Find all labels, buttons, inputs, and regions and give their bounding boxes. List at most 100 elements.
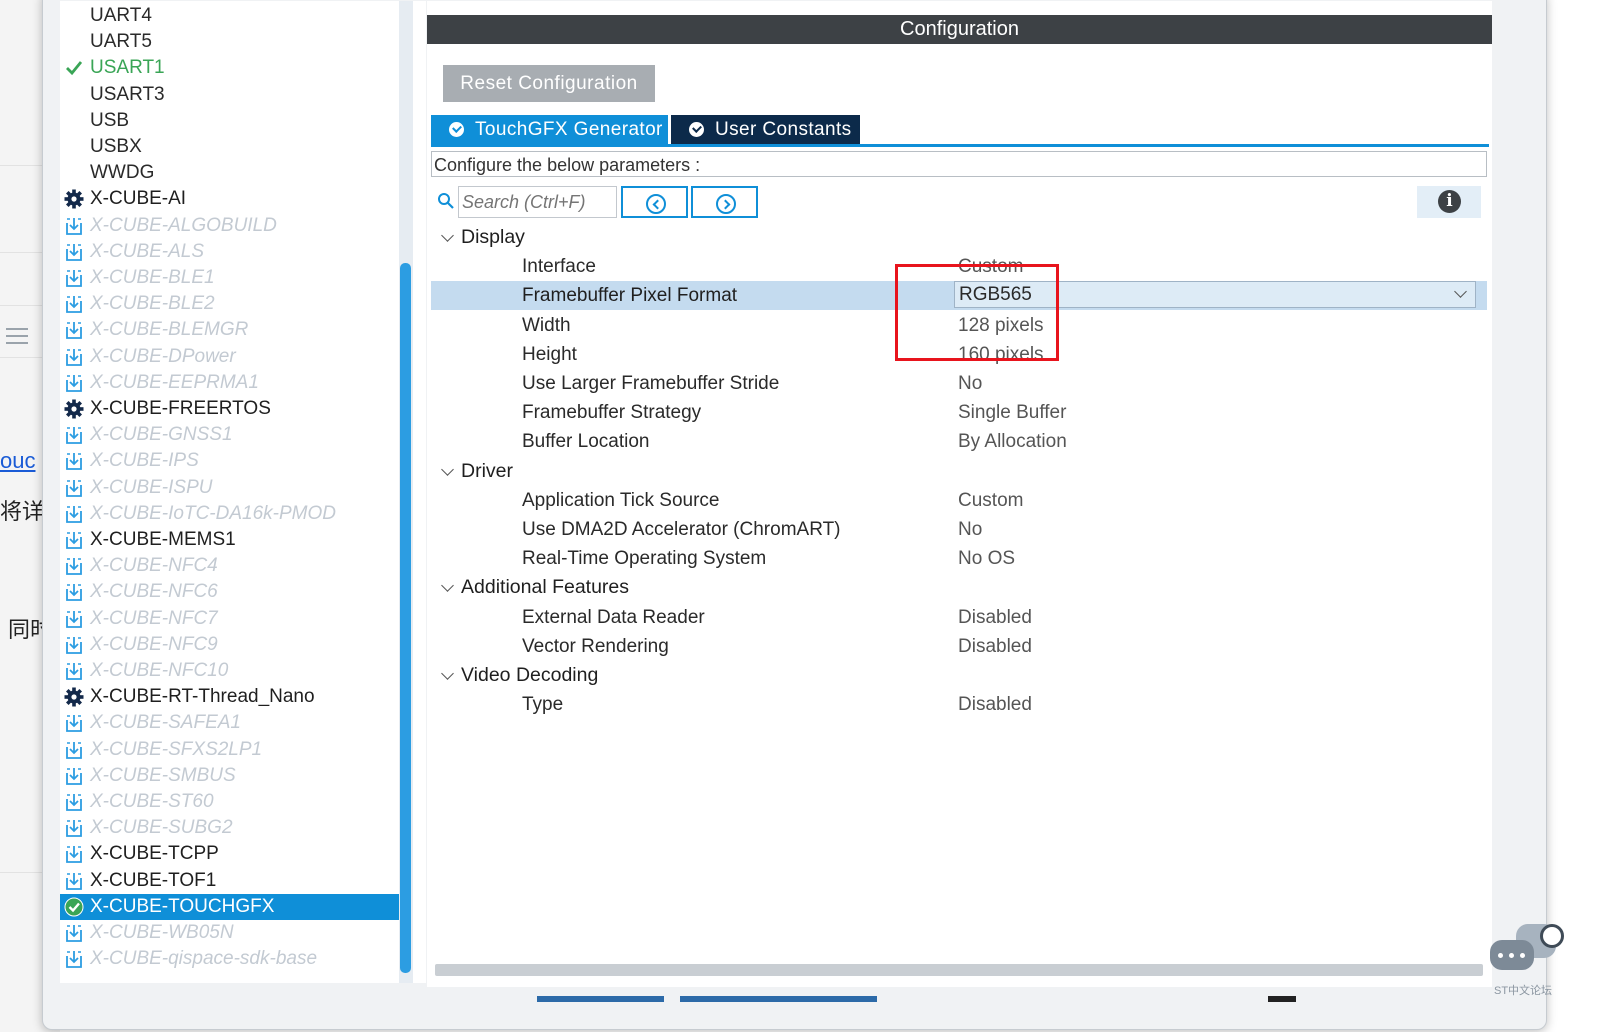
parameter-row[interactable]: Buffer Location By Allocation bbox=[431, 427, 1487, 456]
tree-item[interactable]: X-CUBE-IoTC-DA16k-PMOD bbox=[60, 501, 400, 527]
reset-configuration-button[interactable]: Reset Configuration bbox=[443, 65, 655, 102]
tree-item-label: X-CUBE-ST60 bbox=[90, 791, 214, 812]
tree-item[interactable]: UART5 bbox=[60, 29, 400, 55]
tree-item[interactable]: X-CUBE-FREERTOS bbox=[60, 396, 400, 422]
tree-item[interactable]: X-CUBE-AI bbox=[60, 186, 400, 212]
download-icon bbox=[66, 374, 82, 392]
tree-item-label: X-CUBE-RT-Thread_Nano bbox=[90, 686, 315, 708]
app-window: UART4 UART5 USART1 USART3 USB USBX WWDG X-CUBE-… bbox=[42, 0, 1547, 1030]
tree-item-label: X-CUBE-FREERTOS bbox=[90, 398, 271, 419]
tab-label: TouchGFX Generator bbox=[475, 119, 663, 140]
parameter-name: Width bbox=[522, 314, 571, 336]
tree-item[interactable]: X-CUBE-NFC6 bbox=[60, 579, 400, 605]
tree-item[interactable]: X-CUBE-TCPP bbox=[60, 841, 400, 867]
tree-item[interactable]: X-CUBE-NFC4 bbox=[60, 553, 400, 579]
search-input[interactable] bbox=[458, 186, 617, 218]
tree-item[interactable]: USART3 bbox=[60, 82, 400, 108]
tree-item[interactable]: X-CUBE-ST60 bbox=[60, 789, 400, 815]
tree-item-label: X-CUBE-MEMS1 bbox=[90, 529, 236, 550]
tree-item[interactable]: WWDG bbox=[60, 160, 400, 186]
tree-item[interactable]: X-CUBE-BLE2 bbox=[60, 291, 400, 317]
dropdown-value: RGB565 bbox=[959, 284, 1032, 306]
download-icon bbox=[66, 636, 82, 654]
tree-item[interactable]: USB bbox=[60, 108, 400, 134]
configuration-header: Configuration bbox=[427, 15, 1492, 44]
tree-item-label: X-CUBE-SFXS2LP1 bbox=[90, 738, 263, 760]
tree-item[interactable]: X-CUBE-TOF1 bbox=[60, 868, 400, 894]
tree-item[interactable]: X-CUBE-WB05N bbox=[60, 920, 400, 946]
tree-item[interactable]: X-CUBE-SFXS2LP1 bbox=[60, 737, 400, 763]
taskbar-item[interactable] bbox=[537, 996, 664, 1002]
horizontal-scrollbar[interactable] bbox=[435, 964, 1483, 976]
download-icon bbox=[66, 322, 82, 340]
tree-item[interactable]: X-CUBE-NFC10 bbox=[60, 658, 400, 684]
parameter-name: Use DMA2D Accelerator (ChromART) bbox=[522, 519, 841, 540]
tree-item[interactable]: X-CUBE-SMBUS bbox=[60, 763, 400, 789]
parameter-row[interactable]: Framebuffer Pixel Format RGB565 bbox=[431, 281, 1487, 311]
search-previous-button[interactable] bbox=[621, 186, 688, 218]
parameter-row[interactable]: Application Tick Source Custom bbox=[431, 486, 1487, 515]
info-icon: i bbox=[1438, 190, 1461, 213]
tree-item[interactable]: X-CUBE-ALS bbox=[60, 239, 400, 265]
background-text: 将详 bbox=[0, 499, 45, 524]
check-circle-icon bbox=[449, 122, 464, 137]
chevron-down-icon bbox=[441, 229, 454, 242]
configuration-panel: Configuration Reset Configuration TouchG… bbox=[427, 1, 1492, 987]
download-icon bbox=[66, 741, 82, 759]
tree-item-label: X-CUBE-BLE2 bbox=[90, 293, 215, 315]
parameter-value: 128 pixels bbox=[958, 314, 1044, 336]
tree-item[interactable]: X-CUBE-BLEMGR bbox=[60, 317, 400, 343]
tree-item[interactable]: X-CUBE-ALGOBUILD bbox=[60, 213, 400, 239]
parameter-row[interactable]: Vector Rendering Disabled bbox=[431, 632, 1487, 661]
tree-item[interactable]: X-CUBE-TOUCHGFX bbox=[60, 893, 400, 920]
tree-item[interactable]: X-CUBE-ISPU bbox=[60, 475, 400, 501]
parameter-row[interactable]: Height 160 pixels bbox=[431, 340, 1487, 369]
info-button[interactable]: i bbox=[1417, 186, 1481, 218]
tree-item[interactable]: USBX bbox=[60, 134, 400, 160]
parameter-row[interactable]: Use Larger Framebuffer Stride No bbox=[431, 369, 1487, 398]
tree-item[interactable]: X-CUBE-GNSS1 bbox=[60, 422, 400, 448]
search-next-button[interactable] bbox=[691, 186, 758, 218]
tree-item[interactable]: X-CUBE-EEPRMA1 bbox=[60, 370, 400, 396]
tab-user-constants[interactable]: User Constants bbox=[671, 115, 860, 144]
parameter-row[interactable]: Interface Custom bbox=[431, 252, 1487, 281]
chevron-right-circle-icon bbox=[716, 194, 736, 214]
parameter-row[interactable]: External Data Reader Disabled bbox=[431, 603, 1487, 632]
tree-item[interactable]: X-CUBE-IPS bbox=[60, 448, 400, 474]
chevron-left-circle-icon bbox=[646, 194, 666, 214]
tree-item[interactable]: X-CUBE-SUBG2 bbox=[60, 815, 400, 841]
tree-item[interactable]: X-CUBE-DPower bbox=[60, 344, 400, 370]
download-icon bbox=[66, 479, 82, 497]
parameter-row[interactable]: Width 128 pixels bbox=[431, 311, 1487, 340]
pixel-format-dropdown[interactable]: RGB565 bbox=[954, 281, 1476, 309]
download-icon bbox=[66, 296, 82, 314]
background-link[interactable]: ouc bbox=[0, 448, 35, 474]
parameter-value: Disabled bbox=[958, 606, 1032, 628]
parameter-name: External Data Reader bbox=[522, 606, 705, 628]
tree-item-label: UART5 bbox=[90, 31, 152, 53]
tree-item[interactable]: UART4 bbox=[60, 3, 400, 29]
parameter-row[interactable]: Type Disabled bbox=[431, 690, 1487, 719]
forum-chat-widget[interactable]: ST中文论坛 bbox=[1490, 920, 1568, 1000]
tree-item[interactable]: X-CUBE-NFC7 bbox=[60, 606, 400, 632]
tree-item-label: X-CUBE-IPS bbox=[90, 450, 199, 472]
tree-item-label: USART3 bbox=[90, 83, 165, 105]
tree-item[interactable]: X-CUBE-BLE1 bbox=[60, 265, 400, 291]
tab-touchgfx-generator[interactable]: TouchGFX Generator bbox=[431, 115, 668, 144]
parameter-row[interactable]: Framebuffer Strategy Single Buffer bbox=[431, 398, 1487, 427]
parameter-name: Real-Time Operating System bbox=[522, 548, 767, 570]
tree-item-label: X-CUBE-SAFEA1 bbox=[90, 712, 241, 734]
tree-scrollbar-thumb[interactable] bbox=[400, 263, 411, 973]
tree-item[interactable]: X-CUBE-NFC9 bbox=[60, 632, 400, 658]
tree-item-label: X-CUBE-TOF1 bbox=[90, 869, 217, 891]
tree-item[interactable]: USART1 bbox=[60, 55, 400, 81]
parameter-row[interactable]: Real-Time Operating System No OS bbox=[431, 544, 1487, 573]
tree-item[interactable]: X-CUBE-MEMS1 bbox=[60, 527, 400, 553]
taskbar-item[interactable] bbox=[1268, 996, 1296, 1002]
list-indent-icon[interactable] bbox=[6, 328, 28, 346]
tree-item[interactable]: X-CUBE-qispace-sdk-base bbox=[60, 946, 400, 972]
taskbar-item[interactable] bbox=[680, 996, 877, 1002]
tree-item[interactable]: X-CUBE-RT-Thread_Nano bbox=[60, 684, 400, 710]
parameter-row[interactable]: Use DMA2D Accelerator (ChromART) No bbox=[431, 515, 1487, 544]
tree-item[interactable]: X-CUBE-SAFEA1 bbox=[60, 710, 400, 736]
